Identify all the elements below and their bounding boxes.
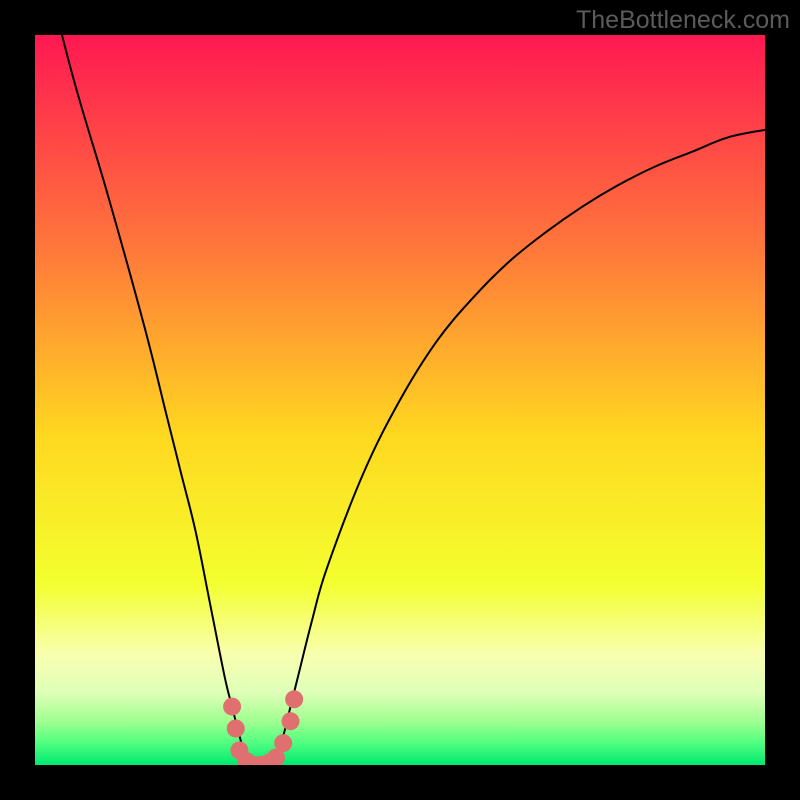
bottleneck-chart [35, 35, 765, 765]
marker-point [282, 712, 300, 730]
chart-container: TheBottleneck.com [0, 0, 800, 800]
marker-point [227, 720, 245, 738]
plot-area [35, 35, 765, 765]
watermark-text: TheBottleneck.com [576, 6, 790, 35]
marker-point [274, 734, 292, 752]
marker-point [223, 698, 241, 716]
marker-point [285, 690, 303, 708]
